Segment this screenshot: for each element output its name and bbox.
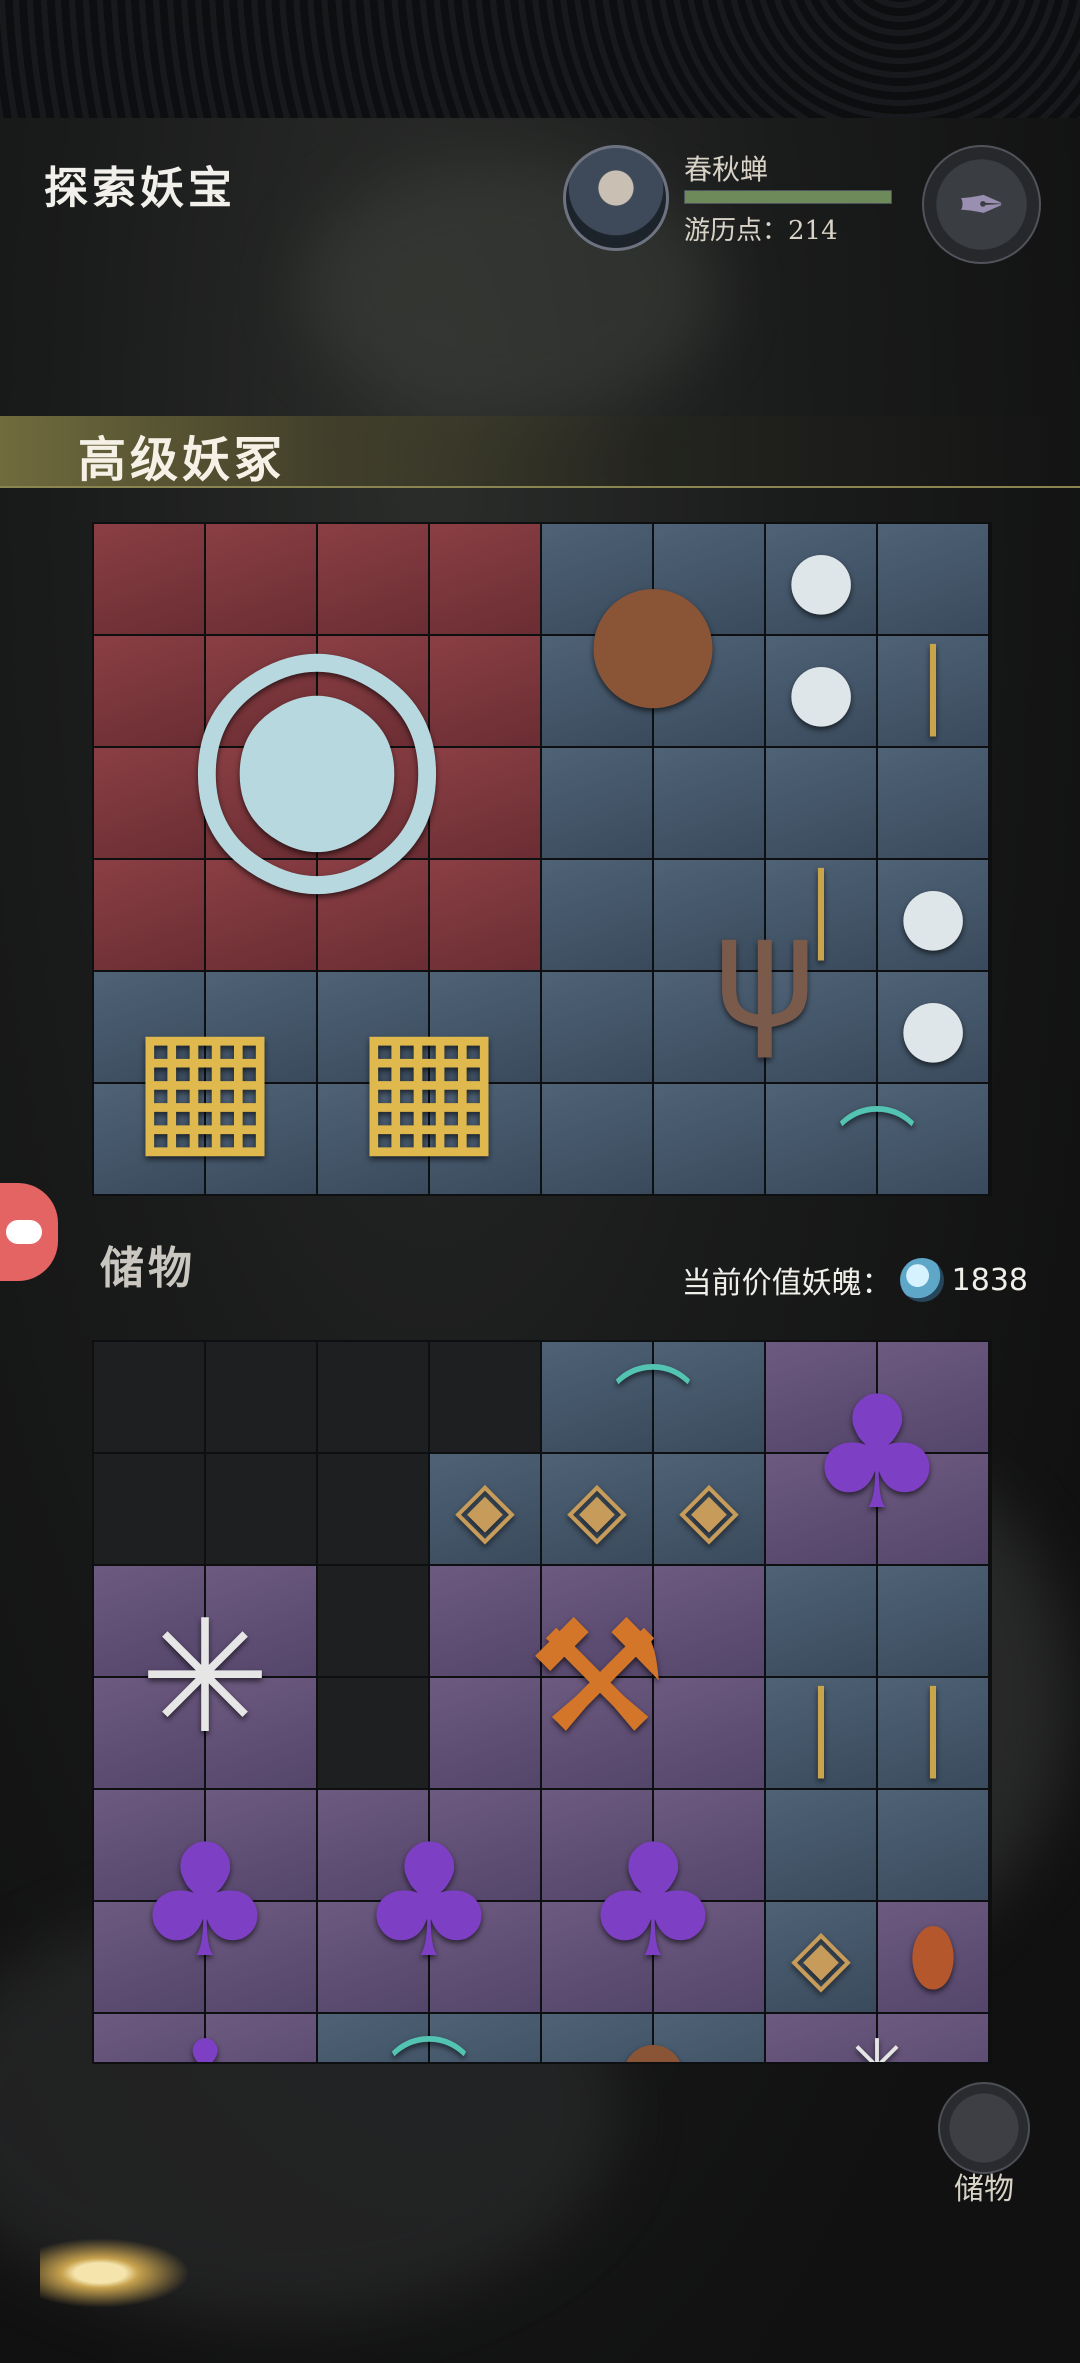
coin-sword-item[interactable]: │	[766, 1566, 876, 1900]
player-progress-bar	[684, 190, 892, 204]
game-background: 探索妖宝 春秋蝉 游历点：214 ✒ 高级妖冢 ◉ ● ● │ ● ψ │ ● ● ▦ ▦ ⌒ 储物 …	[0, 0, 1080, 2363]
lingzhi-item[interactable]: ♣	[94, 1790, 316, 2012]
grid-cell[interactable]	[94, 1454, 204, 1564]
bell-item[interactable]: ●	[542, 2014, 764, 2062]
value-label: 当前价值妖魄：	[681, 1266, 892, 1301]
jade-tooth-item[interactable]: ⌒	[766, 1084, 988, 1194]
progress-fill	[685, 191, 891, 203]
grid-cell[interactable]	[318, 1454, 428, 1564]
cocoon-item[interactable]: ●	[766, 524, 876, 634]
talisman-item[interactable]: ◈	[430, 1454, 540, 1564]
lingzhi-item[interactable]: ♣	[766, 1342, 988, 1564]
lingzhi-item[interactable]: ♣	[542, 1790, 764, 2012]
fire-axe-item[interactable]: ⚒	[430, 1566, 764, 1788]
player-avatar[interactable]	[563, 145, 669, 251]
grid-cell[interactable]	[206, 1342, 316, 1452]
talisman-item[interactable]: ◈	[766, 1902, 876, 2012]
gamepad-icon	[6, 1220, 42, 1244]
grid-cell[interactable]	[430, 1342, 540, 1452]
bag-icon	[938, 2082, 1030, 2174]
cocoon-item[interactable]: ●	[766, 636, 876, 746]
bell-item[interactable]: ●	[542, 524, 764, 746]
storage-button[interactable]: 储物	[934, 2082, 1034, 2208]
storage-value: 当前价值妖魄： 1838	[682, 1258, 1028, 1302]
treasure-grid: ◉ ● ● │ ● ψ │ ● ● ▦ ▦ ⌒	[92, 522, 992, 1196]
travel-points: 游历点：214	[684, 210, 838, 247]
player-name: 春秋蝉	[684, 153, 769, 186]
jade-tooth-item[interactable]: ⌒	[542, 1342, 764, 1452]
grid-cell[interactable]	[318, 1566, 428, 1676]
grid-cell[interactable]	[206, 1454, 316, 1564]
grid-cell[interactable]	[318, 1342, 428, 1452]
grid-cell[interactable]	[542, 748, 652, 858]
storage-label: 储物	[100, 1243, 196, 1294]
feather-button[interactable]: ✒	[922, 145, 1041, 264]
points-value: 214	[788, 216, 838, 246]
compass-board-item[interactable]: ▦	[94, 972, 316, 1194]
grid-cell[interactable]	[94, 1342, 204, 1452]
feather-icon: ✒	[957, 170, 1006, 239]
grid-cell[interactable]	[542, 972, 652, 1082]
side-tab-button[interactable]	[0, 1183, 58, 1281]
storage-button-label: 储物	[954, 2172, 1014, 2207]
talisman-item[interactable]: ◈	[542, 1454, 652, 1564]
grid-cell[interactable]	[542, 1084, 652, 1194]
lingzhi-item[interactable]: ♣	[318, 1790, 540, 2012]
top-decor-strip	[0, 0, 1080, 118]
coin-sword-item[interactable]: │	[766, 748, 876, 1082]
page-title: 探索妖宝	[44, 163, 236, 214]
shuttle-item[interactable]: ⬮	[878, 1902, 988, 2012]
storage-grid: ⌒♣◈◈◈✳⚒││♣♣♣◈⬮♣⌒●✳	[92, 1340, 992, 2064]
grid-cell[interactable]	[318, 1678, 428, 1788]
coin-sword-item[interactable]: │	[878, 524, 988, 858]
spider-web-item[interactable]: ✳	[94, 1566, 316, 1788]
points-label: 游历点：	[684, 216, 789, 246]
mirror-item[interactable]: ◉	[94, 524, 540, 970]
cocoon-item[interactable]: ●	[878, 860, 988, 970]
compass-board-item[interactable]: ▦	[318, 972, 540, 1194]
coin-sword-item[interactable]: │	[878, 1566, 988, 1900]
jade-tooth-item[interactable]: ⌒	[318, 2014, 540, 2062]
section-title: 高级妖冢	[78, 432, 287, 488]
grid-cell[interactable]	[542, 860, 652, 970]
soul-orb-icon	[899, 1258, 944, 1302]
cocoon-item[interactable]: ●	[878, 972, 988, 1082]
talisman-item[interactable]: ◈	[654, 1454, 764, 1564]
lingzhi-item[interactable]: ♣	[94, 2014, 316, 2062]
value-number: 1838	[951, 1262, 1028, 1298]
brush-logo	[40, 2238, 190, 2308]
spider-web-item[interactable]: ✳	[766, 2014, 988, 2062]
